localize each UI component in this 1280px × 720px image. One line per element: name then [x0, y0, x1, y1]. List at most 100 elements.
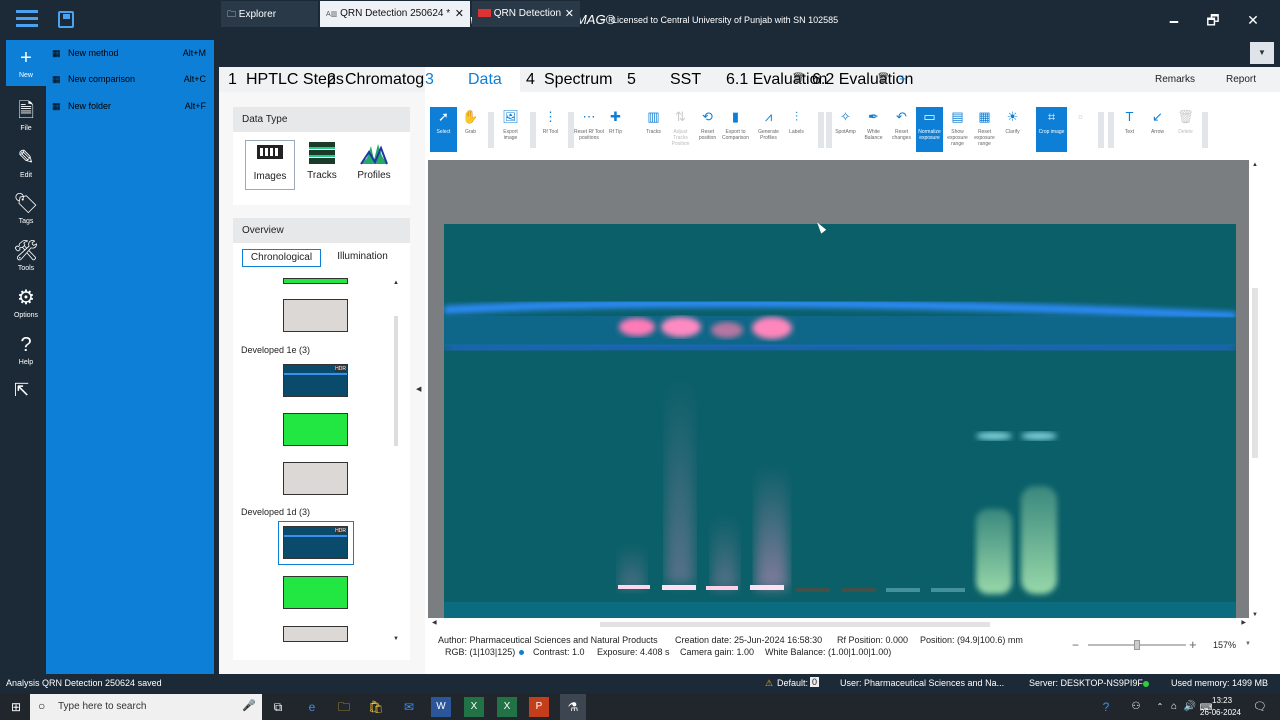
tool-rf-tip[interactable]: ✚ Rf Tip: [602, 107, 629, 152]
tab-chronological[interactable]: Chronological: [242, 249, 321, 267]
tool-tracks[interactable]: ▥ Tracks: [640, 107, 667, 152]
thumbnail-white[interactable]: [283, 626, 348, 642]
tool-show-exposure-range[interactable]: ▤ Show exposure range: [944, 107, 971, 152]
rail-options[interactable]: ⚙ Options: [6, 286, 46, 334]
clock-time[interactable]: 13:23: [1212, 696, 1232, 705]
hamburger-menu-icon[interactable]: [16, 10, 38, 30]
windows-start-icon[interactable]: ⊞: [6, 697, 26, 717]
thumbnail-uv-selected[interactable]: HDR: [283, 526, 348, 559]
new-comparison-item[interactable]: ▦ New comparison Alt+C: [52, 69, 212, 89]
edge-icon[interactable]: e: [302, 697, 322, 717]
step-1[interactable]: 1 HPTLC Steps: [228, 67, 344, 92]
thumbnail-white[interactable]: [283, 462, 348, 495]
tool-generate-profiles[interactable]: ⩘ Generate Profiles: [755, 107, 782, 152]
collapse-panel-icon[interactable]: ◀: [416, 385, 421, 393]
zoom-dropdown-icon[interactable]: ▼: [1245, 641, 1251, 647]
thumbnail-green[interactable]: [283, 278, 348, 284]
tool-reset-position[interactable]: ⟲ Reset position: [694, 107, 721, 152]
tool-normalize-exposure[interactable]: ▭ Normalize exposure: [916, 107, 943, 152]
zoom-value[interactable]: 157%: [1213, 640, 1236, 650]
visioncats-taskbar-icon[interactable]: ⚗: [560, 694, 586, 720]
rail-edit[interactable]: ✎ Edit: [6, 146, 46, 194]
step-3[interactable]: 3 Data: [425, 67, 520, 92]
thumbnail-white[interactable]: [283, 299, 348, 332]
tool-select[interactable]: ➚ Select: [430, 107, 457, 152]
thumbnail-uv[interactable]: HDR: [283, 364, 348, 397]
tool-crop-image[interactable]: ⌗ Crop image: [1036, 107, 1067, 152]
tool-spotamp[interactable]: ✧ SpotAmp: [832, 107, 859, 152]
tool-reset-rf-tool-positions[interactable]: ⋯ Reset Rf Tool positions: [574, 107, 604, 152]
tab-label: Explorer: [238, 9, 277, 20]
taskbar-search[interactable]: Type here to search: [30, 694, 262, 720]
mail-icon[interactable]: ✉: [399, 697, 419, 717]
step-5[interactable]: 5 SST: [627, 67, 722, 92]
viewer-horizontal-scrollbar[interactable]: ◀ ▶: [430, 619, 1248, 629]
add-step-button[interactable]: +: [899, 71, 907, 86]
microphone-icon[interactable]: 🎤: [242, 699, 256, 712]
report-button[interactable]: Report: [1226, 74, 1256, 85]
rail-help[interactable]: ? Help: [6, 333, 46, 381]
people-tray-icon[interactable]: ⚇: [1126, 697, 1146, 717]
rail-file[interactable]: 🗎 File: [6, 99, 46, 147]
tab-explorer[interactable]: 🗀 Explorer: [221, 1, 318, 27]
new-folder-item[interactable]: ▦ New folder Alt+F: [52, 96, 212, 116]
word-icon[interactable]: W: [431, 697, 451, 717]
step-2[interactable]: 2 Chromatography: [327, 67, 464, 92]
trash-icon[interactable]: 🗑: [792, 73, 805, 84]
tool-arrow[interactable]: ↙ Arrow: [1144, 107, 1171, 152]
tool-reset-exposure-range[interactable]: ▦ Reset exposure range: [971, 107, 998, 152]
save-icon[interactable]: [58, 11, 74, 28]
remarks-button[interactable]: Remarks: [1155, 74, 1195, 85]
images-button[interactable]: Images: [245, 140, 295, 190]
tracks-button[interactable]: Tracks: [297, 140, 347, 190]
tool-clarify[interactable]: ☀ Clarify: [999, 107, 1026, 152]
step-4[interactable]: 4 Spectrum: [526, 67, 621, 92]
overview-scrollbar[interactable]: ▲ ▼: [392, 280, 400, 642]
new-method-item[interactable]: ▦ New method Alt+M: [52, 43, 212, 63]
tool-labels[interactable]: ⫶ Labels: [783, 107, 810, 152]
pointer-help-icon[interactable]: ⇱: [14, 380, 40, 406]
hptlc-plate-image[interactable]: [444, 224, 1236, 618]
pdf-icon[interactable]: P: [529, 697, 549, 717]
rail-tools[interactable]: 🛠 Tools: [6, 239, 46, 287]
viewer-vertical-scrollbar[interactable]: ▲ ▼: [1251, 162, 1259, 618]
tool-rf-tool[interactable]: ⋮ Rf Tool: [537, 107, 564, 152]
tool-text[interactable]: T Text: [1116, 107, 1143, 152]
file-explorer-icon[interactable]: 🗀: [334, 697, 354, 717]
zoom-in-button[interactable]: +: [1189, 637, 1197, 652]
tab-qrn-detection[interactable]: QRN Detection ✕: [472, 1, 580, 27]
clock-date[interactable]: 26-06-2024: [1200, 708, 1241, 717]
exposure-text: Exposure: 4.408 s: [597, 647, 670, 657]
zoom-out-button[interactable]: −: [1072, 638, 1079, 652]
tool-export-to-comparison[interactable]: ▮ Export to Comparison: [722, 107, 749, 152]
tab-illumination[interactable]: Illumination: [325, 249, 400, 267]
store-icon[interactable]: 🛍: [366, 697, 386, 717]
rail-tags[interactable]: 🏷 Tags: [6, 192, 46, 240]
maximize-button[interactable]: 🗗: [1203, 10, 1223, 30]
tab-dropdown-button[interactable]: ▼: [1250, 42, 1274, 64]
step-6[interactable]: 6.1 Evaluation: [726, 67, 827, 92]
default-count[interactable]: 0: [810, 677, 820, 687]
thumbnail-green[interactable]: [283, 413, 348, 446]
task-view-icon[interactable]: ⧉: [268, 697, 288, 717]
notifications-icon[interactable]: 🗨: [1250, 697, 1270, 717]
close-icon[interactable]: ✕: [565, 1, 574, 27]
rail-new[interactable]: + New: [6, 46, 46, 94]
step-7[interactable]: 6.2 Evaluation: [812, 67, 913, 92]
trash-icon[interactable]: 🗑: [877, 73, 890, 84]
minimize-button[interactable]: 🗕: [1164, 10, 1184, 30]
close-icon[interactable]: ✕: [455, 1, 464, 27]
zoom-slider-thumb[interactable]: [1134, 640, 1140, 650]
tool-grab[interactable]: ✋ Grab: [457, 107, 484, 152]
zoom-slider[interactable]: [1088, 640, 1186, 650]
thumbnail-green[interactable]: [283, 576, 348, 609]
tool-reset-changes[interactable]: ↶ Reset changes: [888, 107, 915, 152]
tool-white-balance[interactable]: ✒ White Balance: [860, 107, 887, 152]
tab-qrn-detection-250624[interactable]: A▥ QRN Detection 250624 * ✕: [320, 1, 470, 27]
excel-icon[interactable]: X: [464, 697, 484, 717]
excel-icon-2[interactable]: X: [497, 697, 517, 717]
tool-export-image[interactable]: 🖼 Export image: [497, 107, 524, 152]
close-button[interactable]: ✕: [1243, 10, 1263, 30]
profiles-button[interactable]: Profiles: [349, 140, 399, 190]
help-tray-icon[interactable]: ?: [1096, 697, 1116, 717]
